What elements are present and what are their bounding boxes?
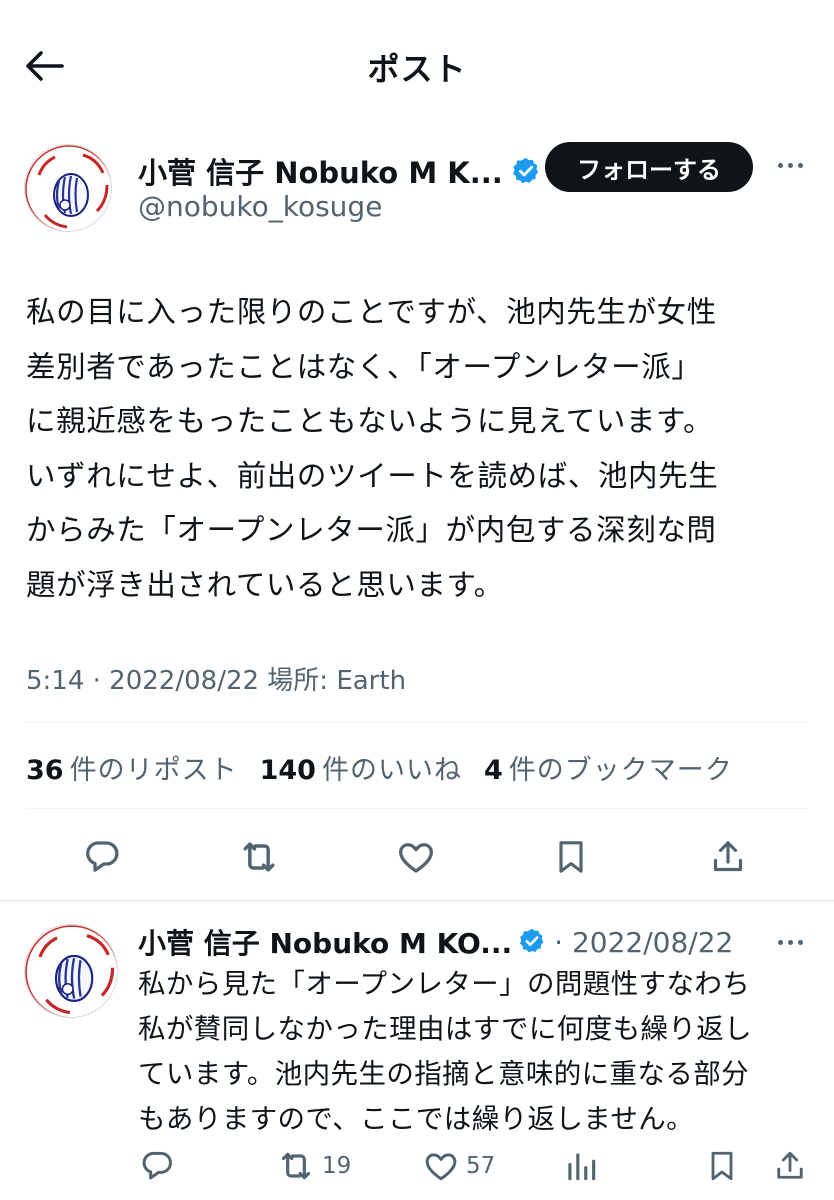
section-divider (0, 900, 834, 901)
reply-button[interactable] (77, 832, 127, 882)
bookmark-button[interactable] (546, 832, 596, 882)
bookmark-icon (711, 1151, 733, 1181)
tweet-text: 私の目に入った限りのことですが、池内先生が女性 差別者であったことはなく、「オー… (26, 295, 719, 602)
bookmark-icon (559, 841, 583, 873)
reply-repost-count: 19 (322, 1153, 352, 1179)
reply-like-button[interactable]: 57 (422, 1144, 495, 1188)
share-icon (713, 841, 743, 872)
reply-author-name[interactable]: 小菅 信子 Nobuko M KO... (138, 922, 512, 962)
reposts-stat[interactable]: 36 件のリポスト (26, 748, 238, 787)
tweet-meta[interactable]: 5:14 · 2022/08/22 場所: Earth (26, 660, 406, 697)
reply-icon (86, 841, 119, 872)
author-handle[interactable]: @nobuko_kosuge (138, 190, 382, 223)
page-title: ポスト (367, 50, 467, 88)
reply-date[interactable]: · 2022/08/22 (554, 926, 733, 959)
reply-share-button[interactable] (772, 1144, 808, 1188)
author-row: 小菅 信子 Nobuko M K... @nobuko_kosuge フォローす… (0, 130, 834, 240)
verified-badge-icon (511, 156, 541, 186)
reply-reply-button[interactable] (138, 1144, 176, 1188)
repost-icon (281, 1152, 311, 1180)
reply-action-bar: 19 57 (0, 1144, 834, 1188)
avatar-image (25, 925, 117, 1017)
like-icon (425, 1153, 457, 1181)
share-icon (777, 1151, 803, 1179)
author-name[interactable]: 小菅 信子 Nobuko M K... (138, 150, 503, 192)
reply-text: 私から見た「オープンレター」の問題性すなわち 私が賛同しなかった理由はすでに何度… (138, 968, 753, 1135)
divider (26, 722, 808, 723)
likes-stat[interactable]: 140 件のいいね (260, 748, 462, 787)
reply-bookmark-button[interactable] (704, 1144, 740, 1188)
share-button[interactable] (703, 832, 753, 882)
tweet-stats: 36 件のリポスト 140 件のいいね 4 件のブックマーク (26, 748, 733, 787)
action-bar (0, 832, 834, 882)
reply-repost-button[interactable]: 19 (276, 1144, 351, 1188)
like-button[interactable] (391, 832, 441, 882)
divider (26, 808, 808, 809)
reply-tweet[interactable]: 小菅 信子 Nobuko M KO... · 2022/08/22 私から見た「… (0, 902, 834, 1200)
bookmarks-stat[interactable]: 4 件のブックマーク (484, 748, 733, 787)
top-bar: ポスト (0, 0, 834, 130)
like-icon (399, 843, 433, 873)
more-options-icon[interactable] (770, 150, 810, 180)
avatar-image (25, 145, 111, 231)
follow-button[interactable]: フォローする (545, 142, 753, 192)
avatar[interactable] (24, 144, 112, 232)
more-options-icon[interactable] (770, 930, 810, 954)
repost-button[interactable] (234, 832, 284, 882)
reply-like-count: 57 (466, 1153, 496, 1179)
repost-icon (243, 842, 275, 872)
reply-icon (142, 1151, 172, 1180)
reply-views-button[interactable] (562, 1144, 600, 1188)
avatar[interactable] (24, 924, 118, 1018)
verified-badge-icon (518, 927, 548, 957)
views-icon (568, 1153, 596, 1181)
